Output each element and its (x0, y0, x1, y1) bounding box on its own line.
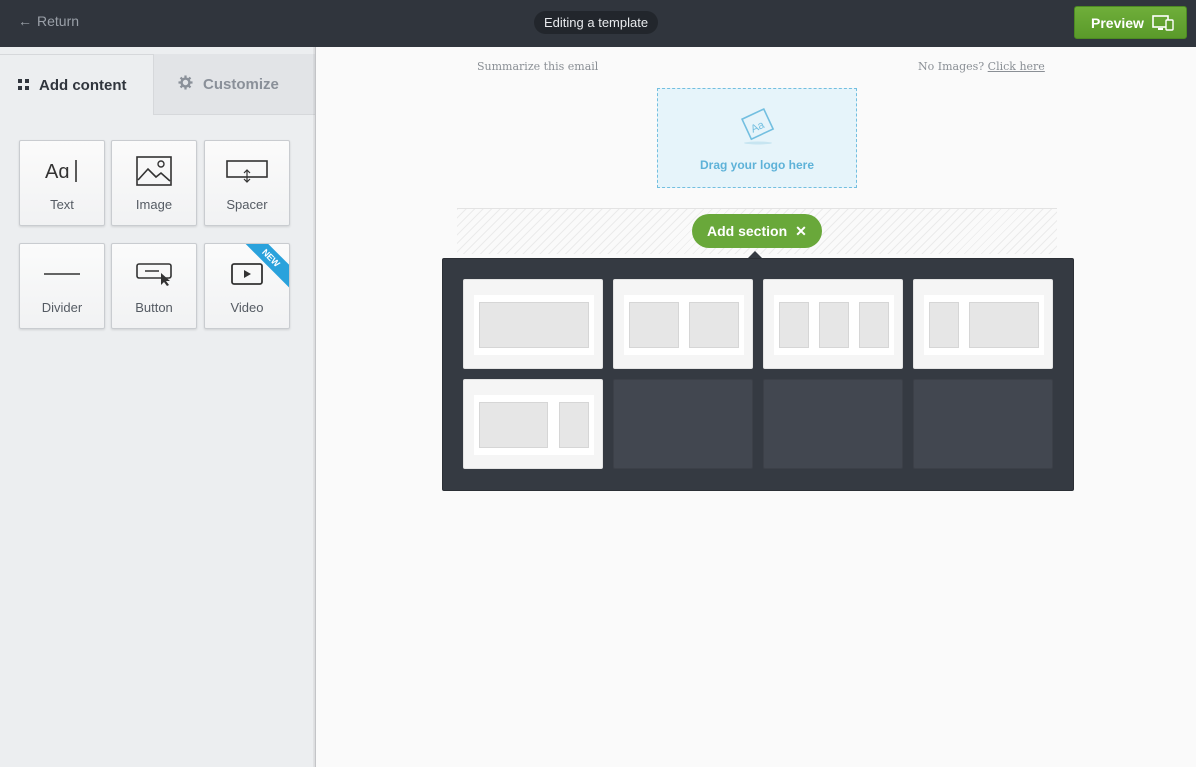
tab-customize-label: Customize (203, 75, 279, 93)
block-text[interactable]: Aɑ Text (19, 140, 105, 226)
block-image[interactable]: Image (111, 140, 197, 226)
layout-column (819, 302, 849, 348)
tab-customize[interactable]: Customize (154, 54, 315, 115)
text-icon: Aɑ (20, 155, 104, 187)
layout-empty-slot (763, 379, 903, 469)
arrow-left-icon: ← (18, 13, 32, 29)
gear-icon (178, 74, 193, 94)
grid-icon (18, 77, 29, 94)
block-button-label: Button (135, 300, 173, 315)
layout-column (779, 302, 809, 348)
layout-column (479, 402, 548, 448)
layout-picker-panel (442, 258, 1074, 491)
layout-sidebar-left[interactable] (913, 279, 1053, 369)
layout-preview (474, 295, 594, 355)
divider-icon (20, 258, 104, 290)
summary-link[interactable]: Summarize this email (477, 60, 598, 73)
logo-placeholder-icon: Aa (738, 107, 778, 152)
layout-empty-slot (913, 379, 1053, 469)
layout-preview (774, 295, 894, 355)
button-icon (112, 258, 196, 290)
sidebar: Add content Customize Aɑ Text Image Spac… (0, 47, 316, 767)
block-button[interactable]: Button (111, 243, 197, 329)
block-video[interactable]: Video NEW (204, 243, 290, 329)
image-icon (112, 155, 196, 187)
sidebar-tabs: Add content Customize (0, 54, 315, 115)
devices-icon (1152, 14, 1174, 31)
spacer-icon (205, 155, 289, 187)
layout-column (629, 302, 679, 348)
block-divider[interactable]: Divider (19, 243, 105, 329)
layout-preview (924, 295, 1044, 355)
layout-sidebar-right[interactable] (463, 379, 603, 469)
no-images-text: No Images? (918, 60, 985, 73)
tab-add-content-label: Add content (39, 76, 127, 94)
block-video-label: Video (230, 300, 264, 315)
layout-preview (624, 295, 744, 355)
block-text-label: Text (50, 197, 74, 212)
layout-three-column[interactable] (763, 279, 903, 369)
top-bar: ← Return Editing a template Preview (0, 0, 1196, 47)
return-label: Return (37, 13, 80, 29)
block-divider-label: Divider (41, 300, 83, 315)
layout-column (969, 302, 1039, 348)
block-spacer[interactable]: Spacer (204, 140, 290, 226)
no-images-note: No Images? Click here (918, 60, 1045, 73)
close-icon[interactable]: ✕ (795, 223, 807, 240)
page-title: Editing a template (534, 11, 659, 34)
layout-column (689, 302, 739, 348)
return-link[interactable]: ← Return (18, 13, 79, 29)
block-image-label: Image (135, 197, 173, 212)
block-spacer-label: Spacer (226, 197, 268, 212)
logo-drop-text: Drag your logo here (699, 158, 815, 172)
layout-column (559, 402, 589, 448)
svg-text:Aɑ: Aɑ (45, 161, 69, 183)
layout-one-column[interactable] (463, 279, 603, 369)
layout-column (859, 302, 889, 348)
preview-label: Preview (1091, 14, 1144, 31)
tab-add-content[interactable]: Add content (0, 54, 154, 115)
layout-empty-slot (613, 379, 753, 469)
add-section-label: Add section (707, 223, 788, 239)
layout-preview (474, 395, 594, 455)
add-section-button[interactable]: Add section ✕ (692, 214, 822, 248)
layout-column (479, 302, 589, 348)
preview-button[interactable]: Preview (1074, 6, 1187, 39)
layout-column (929, 302, 959, 348)
layout-two-column[interactable] (613, 279, 753, 369)
logo-drop-zone[interactable]: Aa Drag your logo here (657, 88, 857, 188)
click-here-link[interactable]: Click here (988, 60, 1045, 73)
